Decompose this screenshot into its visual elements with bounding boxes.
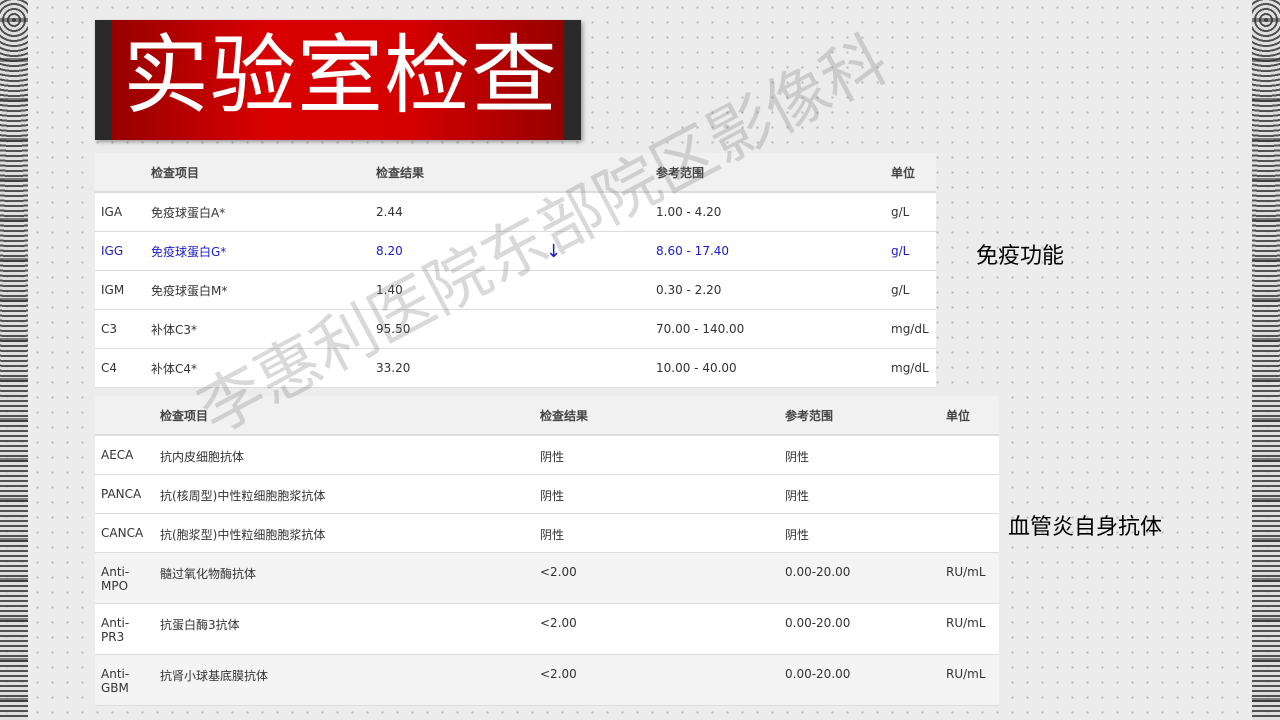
cell-range: 10.00 - 40.00 [650,348,885,388]
header-item: 检查项目 [145,153,370,193]
cell-unit: mg/dL [885,309,936,349]
cell-result: 33.20 [370,348,540,388]
cell-name: 抗(核周型)中性粒细胞胞浆抗体 [154,474,534,514]
cell-code: AECA [95,435,154,475]
table-row: IGG 免疫球蛋白G* 8.20 ↓ 8.60 - 17.40 g/L [95,231,936,271]
cell-unit: g/L [885,231,936,271]
header-unit: 单位 [885,153,936,193]
cell-result: <2.00 [534,552,779,604]
cell-range: 0.30 - 2.20 [650,270,885,310]
header-code [95,396,154,436]
cell-result: 8.20 [370,231,540,271]
cell-result: 95.50 [370,309,540,349]
immune-function-label: 免疫功能 [976,244,1065,269]
cell-result: <2.00 [534,603,779,655]
cell-name: 免疫球蛋白M* [145,270,370,310]
cell-unit: RU/mL [940,552,999,604]
cell-result: 阴性 [534,474,779,514]
cell-flag [540,348,650,388]
cell-range: 阴性 [779,513,940,553]
table-row: IGA 免疫球蛋白A* 2.44 1.00 - 4.20 g/L [95,192,936,232]
cell-flag [540,192,650,232]
cell-name: 免疫球蛋白G* [145,231,370,271]
immune-function-table: 检查项目 检查结果 参考范围 单位 IGA 免疫球蛋白A* 2.44 1.00 … [95,153,936,388]
table-row: CANCA 抗(胞浆型)中性粒细胞胞浆抗体 阴性 阴性 [95,513,999,553]
table-row: C4 补体C4* 33.20 10.00 - 40.00 mg/dL [95,348,936,388]
cell-result: 1.40 [370,270,540,310]
table-row: Anti-PR3 抗蛋白酶3抗体 <2.00 0.00-20.00 RU/mL [95,603,999,655]
cell-code: C3 [95,309,145,349]
header-result: 检查结果 [534,396,779,436]
cell-code: PANCA [95,474,154,514]
cell-result: 2.44 [370,192,540,232]
cell-range: 1.00 - 4.20 [650,192,885,232]
cell-range: 0.00-20.00 [779,654,940,706]
header-range: 参考范围 [779,396,940,436]
vasculitis-antibody-table: 检查项目 检查结果 参考范围 单位 AECA 抗内皮细胞抗体 阴性 阴性 PAN… [95,396,999,706]
cell-unit [940,435,999,475]
cell-range: 阴性 [779,435,940,475]
cell-name: 抗内皮细胞抗体 [154,435,534,475]
cell-code: C4 [95,348,145,388]
cell-name: 髓过氧化物酶抗体 [154,552,534,604]
header-unit: 单位 [940,396,999,436]
cell-unit: g/L [885,192,936,232]
cell-code: IGG [95,231,145,271]
low-flag-arrow-icon: ↓ [540,231,650,271]
cell-result: 阴性 [534,435,779,475]
header-range: 参考范围 [650,153,885,193]
cell-range: 70.00 - 140.00 [650,309,885,349]
table-header-row: 检查项目 检查结果 参考范围 单位 [95,153,936,193]
cell-name: 免疫球蛋白A* [145,192,370,232]
cell-flag [540,309,650,349]
cell-flag [540,270,650,310]
table-header-row: 检查项目 检查结果 参考范围 单位 [95,396,999,436]
cell-range: 8.60 - 17.40 [650,231,885,271]
table-row: PANCA 抗(核周型)中性粒细胞胞浆抗体 阴性 阴性 [95,474,999,514]
cell-range: 0.00-20.00 [779,603,940,655]
cell-code: Anti-PR3 [95,603,154,655]
cell-name: 抗蛋白酶3抗体 [154,603,534,655]
title-banner: 实验室检查 [95,20,581,140]
cell-unit: mg/dL [885,348,936,388]
table-row: C3 补体C3* 95.50 70.00 - 140.00 mg/dL [95,309,936,349]
header-code [95,153,145,193]
cell-unit: RU/mL [940,603,999,655]
cell-name: 抗肾小球基底膜抗体 [154,654,534,706]
header-flag [540,153,650,193]
decorative-border-right [1252,0,1280,720]
header-item: 检查项目 [154,396,534,436]
vasculitis-antibody-label: 血管炎自身抗体 [1008,515,1163,540]
cell-code: CANCA [95,513,154,553]
cell-range: 0.00-20.00 [779,552,940,604]
table-row: AECA 抗内皮细胞抗体 阴性 阴性 [95,435,999,475]
page-title: 实验室检查 [123,26,558,126]
cell-code: IGA [95,192,145,232]
header-result: 检查结果 [370,153,540,193]
cell-name: 补体C4* [145,348,370,388]
cell-result: <2.00 [534,654,779,706]
cell-result: 阴性 [534,513,779,553]
cell-unit [940,513,999,553]
cell-unit: g/L [885,270,936,310]
cell-name: 抗(胞浆型)中性粒细胞胞浆抗体 [154,513,534,553]
table-row: IGM 免疫球蛋白M* 1.40 0.30 - 2.20 g/L [95,270,936,310]
cell-unit: RU/mL [940,654,999,706]
table-row: Anti-GBM 抗肾小球基底膜抗体 <2.00 0.00-20.00 RU/m… [95,654,999,706]
cell-name: 补体C3* [145,309,370,349]
cell-code: Anti-GBM [95,654,154,706]
cell-code: IGM [95,270,145,310]
table-row: Anti-MPO 髓过氧化物酶抗体 <2.00 0.00-20.00 RU/mL [95,552,999,604]
cell-unit [940,474,999,514]
cell-range: 阴性 [779,474,940,514]
decorative-border-left [0,0,28,720]
cell-code: Anti-MPO [95,552,154,604]
